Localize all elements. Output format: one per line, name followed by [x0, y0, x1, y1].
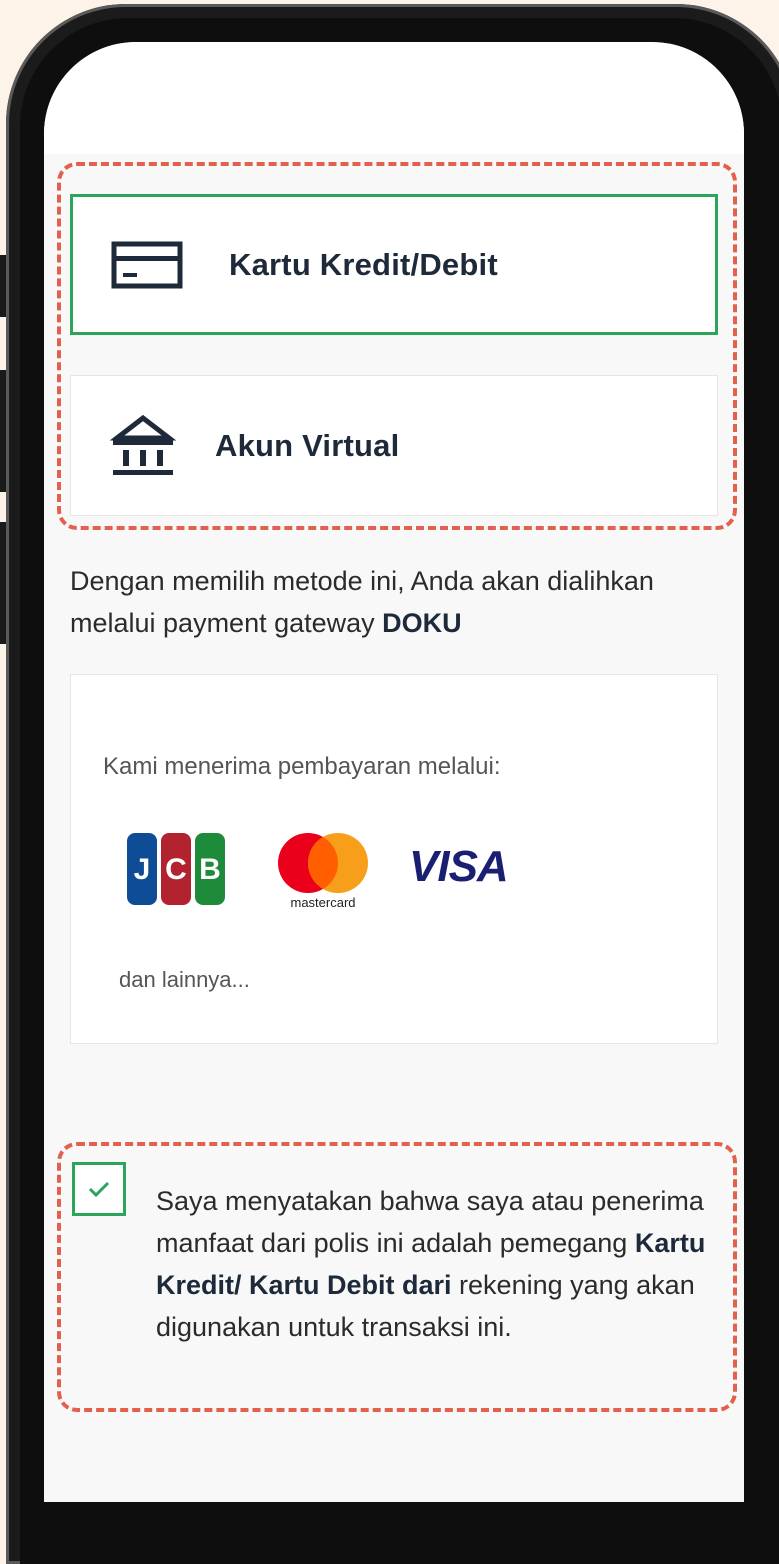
- credit-card-label: Kartu Kredit/Debit: [229, 246, 498, 282]
- accepted-payments-title: Kami menerima pembayaran melalui:: [103, 753, 501, 780]
- gateway-info-prefix: Dengan memilih metode ini, Anda akan dia…: [70, 566, 654, 638]
- accepted-payments-card: Kami menerima pembayaran melalui: J C B …: [70, 674, 718, 1044]
- checkmark-icon: [88, 1180, 110, 1198]
- jcb-letter-c: C: [165, 853, 187, 886]
- gateway-info-text: Dengan memilih metode ini, Anda akan dia…: [70, 560, 730, 644]
- top-bar: [44, 42, 744, 154]
- jcb-letter-b: B: [199, 853, 221, 886]
- consent-text-prefix: Saya menyatakan bahwa saya atau penerima…: [156, 1186, 704, 1258]
- virtual-account-label: Akun Virtual: [215, 427, 400, 463]
- mastercard-wordmark: mastercard: [290, 895, 355, 910]
- consent-checkbox[interactable]: [72, 1162, 126, 1216]
- visa-logo: VISA: [407, 839, 527, 894]
- more-methods-text: dan lainnya...: [119, 967, 250, 992]
- gateway-name: DOKU: [382, 608, 462, 638]
- credit-card-option[interactable]: Kartu Kredit/Debit: [70, 194, 718, 335]
- credit-card-icon: [111, 241, 183, 289]
- virtual-account-option[interactable]: Akun Virtual: [70, 375, 718, 516]
- mastercard-logo: mastercard: [275, 831, 371, 916]
- jcb-letter-j: J: [134, 853, 151, 886]
- visa-wordmark: VISA: [409, 842, 508, 889]
- jcb-logo: J C B: [127, 833, 225, 910]
- consent-text: Saya menyatakan bahwa saya atau penerima…: [156, 1180, 726, 1348]
- bank-icon: [109, 412, 177, 480]
- phone-screen: Kartu Kredit/Debit Akun Virtual Dengan m…: [44, 42, 744, 1502]
